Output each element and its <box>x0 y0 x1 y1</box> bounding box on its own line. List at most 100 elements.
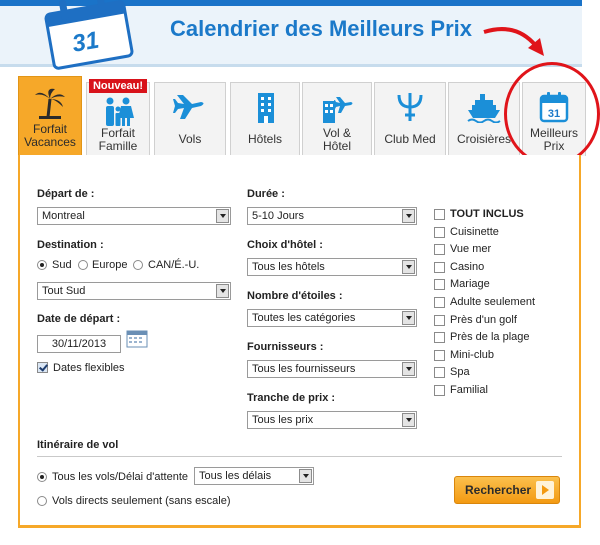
itineraire-label: Itinéraire de vol <box>37 439 119 451</box>
amenity-label: Près de la plage <box>450 331 530 344</box>
fournisseurs-select[interactable]: Tous les fournisseurs <box>247 360 417 378</box>
amenity-label: Cuisinette <box>450 225 499 238</box>
amenity-label: Près d'un golf <box>450 313 517 326</box>
amenity-label: Adulte seulement <box>450 296 535 308</box>
amenity-label: Mariage <box>450 278 490 291</box>
tab-label: Forfait Vacances <box>24 122 76 149</box>
tab-vols[interactable]: Vols <box>154 82 226 156</box>
annotation-circle <box>504 62 600 166</box>
amenity-label: Familial <box>450 384 488 396</box>
tab-hotels[interactable]: Hôtels <box>230 82 300 156</box>
select-value: Tout Sud <box>42 285 86 297</box>
amenity-checkbox[interactable] <box>434 244 445 256</box>
select-value: Montreal <box>42 210 85 222</box>
banner: 31 Calendrier des Meilleurs Prix <box>0 0 582 71</box>
select-value: Tous les fournisseurs <box>252 363 356 375</box>
play-arrow-icon <box>536 481 554 499</box>
amenity-label: Vue mer <box>450 243 492 256</box>
tous-les-vols-label: Tous les vols/Délai d'attente <box>52 471 189 483</box>
date-label: Date de départ : <box>37 313 121 325</box>
amenity-checkbox[interactable] <box>434 297 445 308</box>
etoiles-label: Nombre d'étoiles : <box>247 290 343 302</box>
hotel-select[interactable]: Tous les hôtels <box>247 258 417 276</box>
fournisseurs-label: Fournisseurs : <box>247 341 324 353</box>
chevron-down-icon <box>299 469 312 483</box>
tab-label: Club Med <box>384 132 436 146</box>
amenity-label: Mini-club <box>450 348 495 361</box>
select-value: Toutes les catégories <box>252 312 356 324</box>
select-value: 5-10 Jours <box>252 210 304 222</box>
amenity-checkbox[interactable] <box>434 314 445 326</box>
chevron-down-icon <box>216 209 229 223</box>
calendar-picker-icon[interactable] <box>126 329 149 348</box>
amenity-checkbox[interactable] <box>434 226 445 238</box>
destination-label: Destination : <box>37 239 104 251</box>
amenity-label: Spa <box>450 366 470 379</box>
product-tabs: Forfait Vacances Nouveau! Forfait Famill… <box>18 76 586 156</box>
delai-select[interactable]: Tous les délais <box>194 467 314 485</box>
amenity-checkbox[interactable] <box>434 385 445 396</box>
chevron-down-icon <box>402 260 415 274</box>
prix-select[interactable]: Tous les prix <box>247 411 417 429</box>
banner-title: Calendrier des Meilleurs Prix <box>170 16 473 41</box>
tab-forfait-vacances[interactable]: Forfait Vacances <box>18 76 82 156</box>
radio-can-eu[interactable] <box>133 260 143 270</box>
tab-label: Hôtels <box>247 132 282 146</box>
radio-europe-label: Europe <box>92 259 128 271</box>
button-label: Rechercher <box>465 483 532 497</box>
new-badge: Nouveau! <box>89 79 147 93</box>
tab-label: Vol & Hôtel <box>322 126 352 153</box>
radio-tous-les-vols[interactable] <box>37 472 47 482</box>
vols-directs-label: Vols directs seulement (sans escale) <box>52 495 231 507</box>
dates-flexibles-label: Dates flexibles <box>53 362 125 374</box>
amenity-checkbox[interactable] <box>434 209 445 220</box>
amenity-checkbox[interactable] <box>434 261 445 273</box>
tab-forfait-famille[interactable]: Nouveau! Forfait Famille <box>86 79 150 156</box>
radio-europe[interactable] <box>78 260 88 270</box>
chevron-down-icon <box>402 311 415 325</box>
prix-label: Tranche de prix : <box>247 392 336 404</box>
duree-label: Durée : <box>247 188 285 200</box>
amenity-checkbox[interactable] <box>434 367 445 379</box>
tab-label: Vols <box>178 132 202 146</box>
radio-sud[interactable] <box>37 260 47 270</box>
hotel-choice-label: Choix d'hôtel : <box>247 239 323 251</box>
amenity-label: Casino <box>450 260 485 273</box>
chevron-down-icon <box>402 209 415 223</box>
family-icon <box>106 97 134 126</box>
amenity-label: TOUT INCLUS <box>450 208 524 220</box>
hotel-plane-icon <box>323 97 353 123</box>
cruise-ship-icon <box>467 94 501 123</box>
depart-select[interactable]: Montreal <box>37 207 231 225</box>
amenity-checkbox[interactable] <box>434 332 445 344</box>
tab-label: Forfait Famille <box>98 126 138 153</box>
chevron-down-icon <box>402 413 415 427</box>
amenity-checkbox[interactable] <box>434 349 445 361</box>
trident-icon <box>397 93 423 121</box>
section-divider <box>37 456 562 457</box>
radio-vols-directs[interactable] <box>37 496 47 506</box>
depart-label: Départ de : <box>37 188 95 200</box>
tab-vol-hotel[interactable]: Vol & Hôtel <box>302 82 372 156</box>
calendar-number: 31 <box>70 26 102 58</box>
region-select[interactable]: Tout Sud <box>37 282 231 300</box>
dates-flexibles-checkbox[interactable] <box>37 362 48 373</box>
calendar-icon: 31 <box>43 0 135 71</box>
palm-tree-icon <box>35 88 65 119</box>
select-value: Tous les prix <box>252 414 314 426</box>
hotel-building-icon <box>258 93 274 123</box>
tab-club-med[interactable]: Club Med <box>374 82 446 156</box>
amenity-checkbox[interactable] <box>434 279 445 291</box>
rechercher-button[interactable]: Rechercher <box>454 476 560 504</box>
select-value: Tous les hôtels <box>252 261 325 273</box>
select-value: Tous les délais <box>199 470 272 482</box>
chevron-down-icon <box>216 284 229 298</box>
duree-select[interactable]: 5-10 Jours <box>247 207 417 225</box>
etoiles-select[interactable]: Toutes les catégories <box>247 309 417 327</box>
radio-sud-label: Sud <box>52 259 72 271</box>
chevron-down-icon <box>402 362 415 376</box>
airplane-icon <box>173 95 204 119</box>
date-input[interactable]: 30/11/2013 <box>37 335 121 353</box>
red-arrow-icon <box>483 27 544 56</box>
radio-can-eu-label: CAN/É.-U. <box>148 259 200 271</box>
